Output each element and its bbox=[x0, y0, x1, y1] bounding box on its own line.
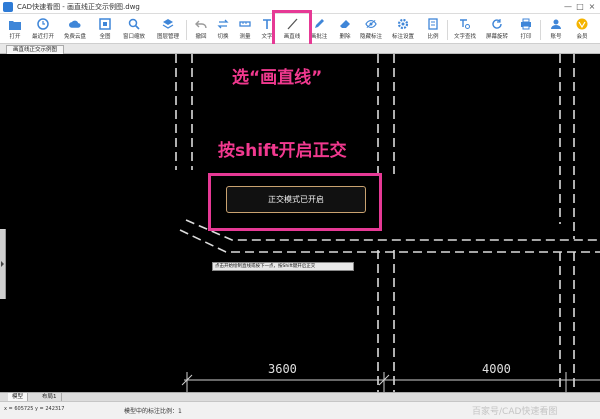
maximize-button[interactable]: □ bbox=[574, 1, 586, 12]
scale-icon bbox=[427, 18, 439, 30]
user-icon bbox=[550, 18, 562, 30]
toolbar-separator bbox=[186, 20, 187, 40]
fit-all-icon bbox=[99, 18, 111, 30]
ruler-icon bbox=[239, 18, 251, 30]
minimize-button[interactable]: — bbox=[562, 1, 574, 12]
window-title: CAD快速看图 - 画直线正交示例图.dwg bbox=[17, 2, 140, 11]
command-tooltip: 点击开始绘制直线或按下一点，按Shift键开启正交 bbox=[212, 262, 354, 271]
zoom-window-button[interactable]: 窗口缩放 bbox=[121, 16, 147, 42]
settings-icon bbox=[397, 18, 409, 30]
find-text-button[interactable]: 文字查找 bbox=[452, 16, 478, 42]
eraser-icon bbox=[339, 18, 351, 30]
close-button[interactable]: × bbox=[586, 1, 598, 12]
scale-button[interactable]: 比例 bbox=[420, 16, 446, 42]
switch-icon bbox=[217, 18, 229, 30]
open-button[interactable]: 打开 bbox=[2, 16, 28, 42]
layers-icon bbox=[162, 18, 174, 30]
print-button[interactable]: 打印 bbox=[513, 16, 539, 42]
vip-icon bbox=[576, 18, 588, 30]
hide-annotations-button[interactable]: 隐藏标注 bbox=[358, 16, 384, 42]
print-icon bbox=[520, 18, 532, 30]
status-bar: x = 605725 y = 242317 模型中的标注比例：1 百家号/CAD… bbox=[0, 401, 600, 419]
cloud-icon bbox=[69, 18, 81, 30]
fit-all-button[interactable]: 全图 bbox=[92, 16, 118, 42]
vip-button[interactable]: 会员 bbox=[569, 16, 595, 42]
app-logo-icon bbox=[3, 1, 13, 12]
toolbar-separator bbox=[447, 20, 448, 40]
account-button[interactable]: 账号 bbox=[543, 16, 569, 42]
annotation-scale: 模型中的标注比例：1 bbox=[124, 408, 182, 415]
ortho-mode-notice: 正交模式已开启 bbox=[226, 186, 366, 213]
wall-line bbox=[179, 229, 600, 253]
watermark: 百家号/CAD快速看图 bbox=[472, 407, 558, 417]
undo-icon bbox=[195, 18, 207, 30]
toolbar-separator bbox=[540, 20, 541, 40]
document-tabbar: 画直线正交示例图 bbox=[0, 44, 600, 54]
dimension-label-right: 4000 bbox=[482, 362, 511, 376]
zoom-window-icon bbox=[128, 18, 140, 30]
delete-button[interactable]: 删除 bbox=[332, 16, 358, 42]
window-controls: — □ × bbox=[562, 1, 598, 12]
rotate-icon bbox=[491, 18, 503, 30]
annotation-settings-button[interactable]: 标注设置 bbox=[390, 16, 416, 42]
side-panel-toggle[interactable] bbox=[0, 229, 6, 299]
eye-icon bbox=[365, 18, 377, 30]
recent-button[interactable]: 最近打开 bbox=[30, 16, 56, 42]
dimension-label-left: 3600 bbox=[268, 362, 297, 376]
coordinate-readout: x = 605725 y = 242317 bbox=[4, 406, 65, 412]
document-tab[interactable]: 画直线正交示例图 bbox=[6, 45, 65, 54]
clock-icon bbox=[37, 18, 49, 30]
model-tabbar: 模型 布局1 bbox=[0, 392, 600, 402]
step2-annotation: 按shift开启正交 bbox=[218, 141, 347, 161]
pen-icon bbox=[313, 18, 325, 30]
cloud-button[interactable]: 免费云盘 bbox=[62, 16, 88, 42]
step1-annotation: 选“画直线” bbox=[232, 68, 323, 88]
draw-line-highlight bbox=[272, 10, 312, 47]
find-text-icon bbox=[459, 18, 471, 30]
rotate-button[interactable]: 屏幕旋转 bbox=[484, 16, 510, 42]
layers-button[interactable]: 图层管理 bbox=[155, 16, 181, 42]
folder-icon bbox=[9, 18, 21, 30]
